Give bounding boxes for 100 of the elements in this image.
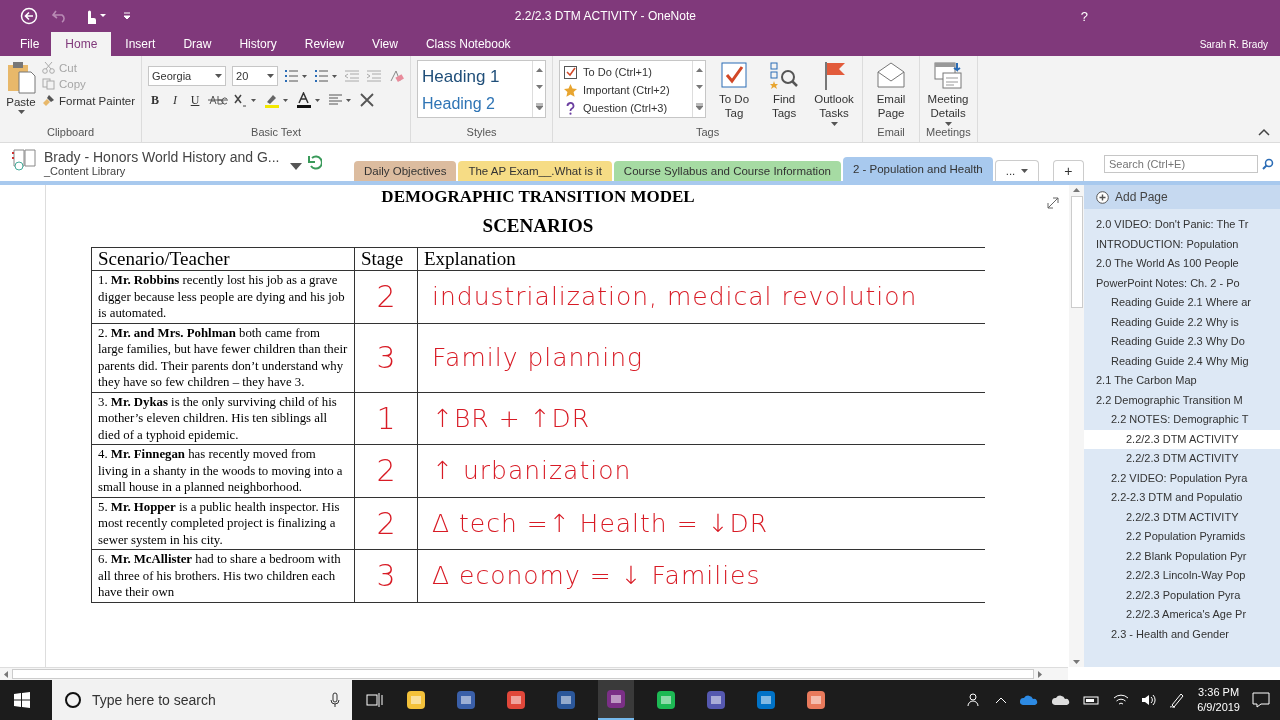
tag-option[interactable]: Question (Ctrl+3)	[564, 99, 689, 117]
tag-option[interactable]: To Do (Ctrl+1)	[564, 63, 689, 81]
scroll-down-icon[interactable]	[535, 85, 543, 90]
notebook-dropdown[interactable]: Brady - Honors World History and G... _Content Library	[44, 149, 284, 181]
highlight-icon[interactable]	[264, 92, 291, 108]
caret-icon[interactable]	[17, 110, 25, 114]
page-list-item[interactable]: 2.2-2.3 DTM and Populatio	[1084, 488, 1280, 508]
ribbon-tab[interactable]: Draw	[169, 32, 226, 56]
page-list-item[interactable]: 2.2/2.3 Lincoln-Way Pop	[1084, 566, 1280, 586]
collapse-ribbon-icon[interactable]	[1258, 128, 1270, 136]
page-list-item[interactable]: 2.1 The Carbon Map	[1084, 371, 1280, 391]
format-button[interactable]: I	[168, 92, 183, 108]
ribbon-tab[interactable]: History	[225, 32, 291, 56]
horizontal-scrollbar[interactable]	[0, 667, 1068, 680]
ribbon-tab[interactable]: Insert	[111, 32, 170, 56]
page-list-item[interactable]: Reading Guide 2.2 Why is	[1084, 312, 1280, 332]
numbering-icon[interactable]	[314, 69, 339, 83]
scroll-up-icon[interactable]	[535, 67, 543, 72]
add-section-tab[interactable]: +	[1053, 160, 1084, 181]
clipboard-icon[interactable]	[6, 60, 36, 94]
start-icon[interactable]	[14, 692, 30, 708]
search-icon[interactable]	[64, 691, 82, 709]
format-button[interactable]: U	[188, 92, 203, 108]
microphone-icon[interactable]	[330, 692, 340, 708]
taskbar-app-icon[interactable]	[598, 680, 634, 720]
font-color-icon[interactable]	[296, 92, 323, 108]
page-list-item[interactable]: 2.2/2.3 DTM ACTIVITY	[1084, 507, 1280, 527]
customize-icon[interactable]	[122, 11, 132, 21]
page-list-item[interactable]: 2.2/2.3 America's Age Pr	[1084, 605, 1280, 625]
wifi-icon[interactable]	[1113, 693, 1130, 707]
section-tab[interactable]: The AP Exam__.What is it	[458, 161, 612, 181]
ribbon-tab[interactable]: Class Notebook	[411, 32, 525, 56]
undo-icon[interactable]	[52, 9, 68, 23]
scroll-down-icon[interactable]	[695, 85, 703, 90]
expand-gallery-icon[interactable]	[535, 103, 543, 111]
ribbon-tab[interactable]: Review	[290, 32, 359, 56]
bullets-icon[interactable]	[284, 69, 309, 83]
taskbar-search-field[interactable]: Type here to search	[52, 680, 352, 720]
caret-icon[interactable]	[830, 122, 838, 126]
page-list-item[interactable]: 2.0 The World As 100 People	[1084, 254, 1280, 274]
style-option[interactable]: Heading 2	[422, 90, 529, 117]
page-list-item[interactable]: 2.2 Demographic Transition M	[1084, 390, 1280, 410]
page-list-item[interactable]: 2.3 - Health and Gender	[1084, 624, 1280, 644]
tag-option[interactable]: Important (Ctrl+2)	[564, 81, 689, 99]
tag-tool-button[interactable]: Find Tags	[762, 60, 807, 120]
caret-icon[interactable]	[944, 122, 952, 126]
add-icon[interactable]	[1096, 190, 1109, 204]
notifications-icon[interactable]	[1252, 692, 1270, 708]
page-list-item[interactable]: Reading Guide 2.4 Why Mig	[1084, 351, 1280, 371]
font-dropdown[interactable]: Georgia	[148, 66, 227, 86]
paintbrush-icon[interactable]	[42, 94, 55, 107]
calendar-icon[interactable]	[933, 60, 964, 90]
subscript-icon[interactable]	[234, 93, 259, 107]
page-list-item[interactable]: 2.2 NOTES: Demographic T	[1084, 410, 1280, 430]
page-list-item[interactable]: 2.2 Blank Population Pyr	[1084, 546, 1280, 566]
section-tab[interactable]: Daily Objectives	[354, 161, 457, 181]
search-field[interactable]: Search (Ctrl+E)	[1104, 155, 1258, 173]
battery-icon[interactable]	[1083, 694, 1102, 706]
expand-gallery-icon[interactable]	[695, 103, 703, 111]
page-list-item[interactable]: Reading Guide 2.1 Where ar	[1084, 293, 1280, 313]
help-button[interactable]: ?	[1080, 8, 1088, 24]
envelope-icon[interactable]	[876, 60, 907, 90]
cloud-icon[interactable]	[1051, 694, 1072, 706]
add-page-button[interactable]: Add Page	[1084, 185, 1280, 209]
page-list-item[interactable]: 2.2/2.3 DTM ACTIVITY	[1084, 429, 1280, 449]
page-list-item[interactable]: Reading Guide 2.3 Why Do	[1084, 332, 1280, 352]
scroll-up-icon[interactable]	[1073, 188, 1080, 192]
back-icon[interactable]	[20, 7, 38, 25]
strikethrough-icon[interactable]	[208, 94, 229, 106]
pen-icon[interactable]	[1169, 692, 1186, 708]
dropdown-icon[interactable]	[290, 163, 302, 171]
email-page-button[interactable]: Email Page	[869, 60, 914, 120]
tag-tool-button[interactable]: Outlook Tasks	[812, 60, 857, 126]
font-size-dropdown[interactable]: 20	[232, 66, 279, 86]
delete-icon[interactable]	[360, 93, 375, 107]
paste-button[interactable]: Paste	[6, 60, 36, 114]
styles-gallery[interactable]: Heading 1 Heading 2	[417, 60, 547, 118]
ribbon-tab[interactable]: Home	[51, 32, 112, 56]
task-view-icon[interactable]	[366, 692, 384, 708]
scroll-down-icon[interactable]	[1073, 660, 1080, 664]
meeting-details-button[interactable]: Meeting Details	[926, 60, 971, 126]
page-list-item[interactable]: 2.2/2.3 Population Pyra	[1084, 585, 1280, 605]
chevron-up-icon[interactable]	[995, 696, 1008, 704]
format-button[interactable]: B	[148, 92, 163, 108]
more-sections-tab[interactable]: ...	[994, 160, 1040, 181]
style-option[interactable]: Heading 1	[422, 63, 529, 90]
scroll-right-icon[interactable]	[1038, 670, 1042, 678]
ribbon-tab[interactable]: File	[8, 32, 52, 56]
caret-icon[interactable]	[215, 74, 223, 78]
scroll-thumb[interactable]	[12, 669, 1034, 679]
checkbox-icon[interactable]	[720, 60, 749, 90]
scroll-left-icon[interactable]	[4, 670, 8, 678]
page-list-item[interactable]: 2.2 VIDEO: Population Pyra	[1084, 468, 1280, 488]
page-list-item[interactable]: INTRODUCTION: Population	[1084, 234, 1280, 254]
sync-icon[interactable]	[308, 155, 322, 171]
tag-tool-button[interactable]: To Do Tag	[712, 60, 757, 120]
section-tab[interactable]: 2 - Population and Health	[842, 157, 993, 181]
expand-icon[interactable]	[1047, 197, 1059, 209]
section-tab[interactable]: Course Syllabus and Course Information	[613, 161, 841, 181]
ribbon-tab[interactable]: View	[358, 32, 412, 56]
